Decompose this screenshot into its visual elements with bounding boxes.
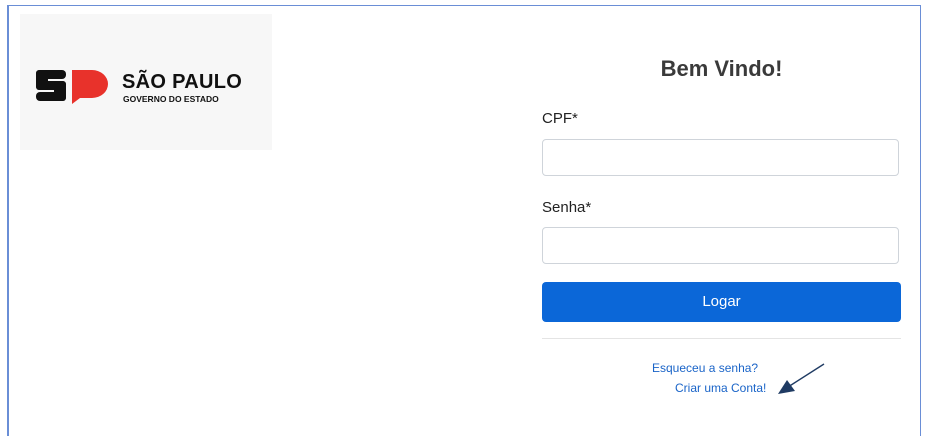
logo-mark-icon (36, 70, 108, 104)
cpf-label: CPF* (542, 110, 578, 127)
divider (542, 338, 901, 339)
logo-panel: SÃO PAULO GOVERNO DO ESTADO (20, 14, 272, 150)
forgot-password-link[interactable]: Esqueceu a senha? (652, 361, 758, 375)
annotation-arrow-icon (778, 363, 825, 394)
cpf-input[interactable] (542, 139, 899, 176)
logo-subtitle: GOVERNO DO ESTADO (123, 94, 219, 104)
login-button[interactable]: Logar (542, 282, 901, 322)
logo-title: SÃO PAULO (122, 71, 243, 93)
password-label: Senha* (542, 199, 592, 216)
password-input[interactable] (542, 227, 899, 264)
sao-paulo-logo: SÃO PAULO GOVERNO DO ESTADO (36, 66, 266, 106)
page-title: Bem Vindo! (660, 56, 783, 81)
create-account-link[interactable]: Criar uma Conta! (675, 381, 766, 395)
